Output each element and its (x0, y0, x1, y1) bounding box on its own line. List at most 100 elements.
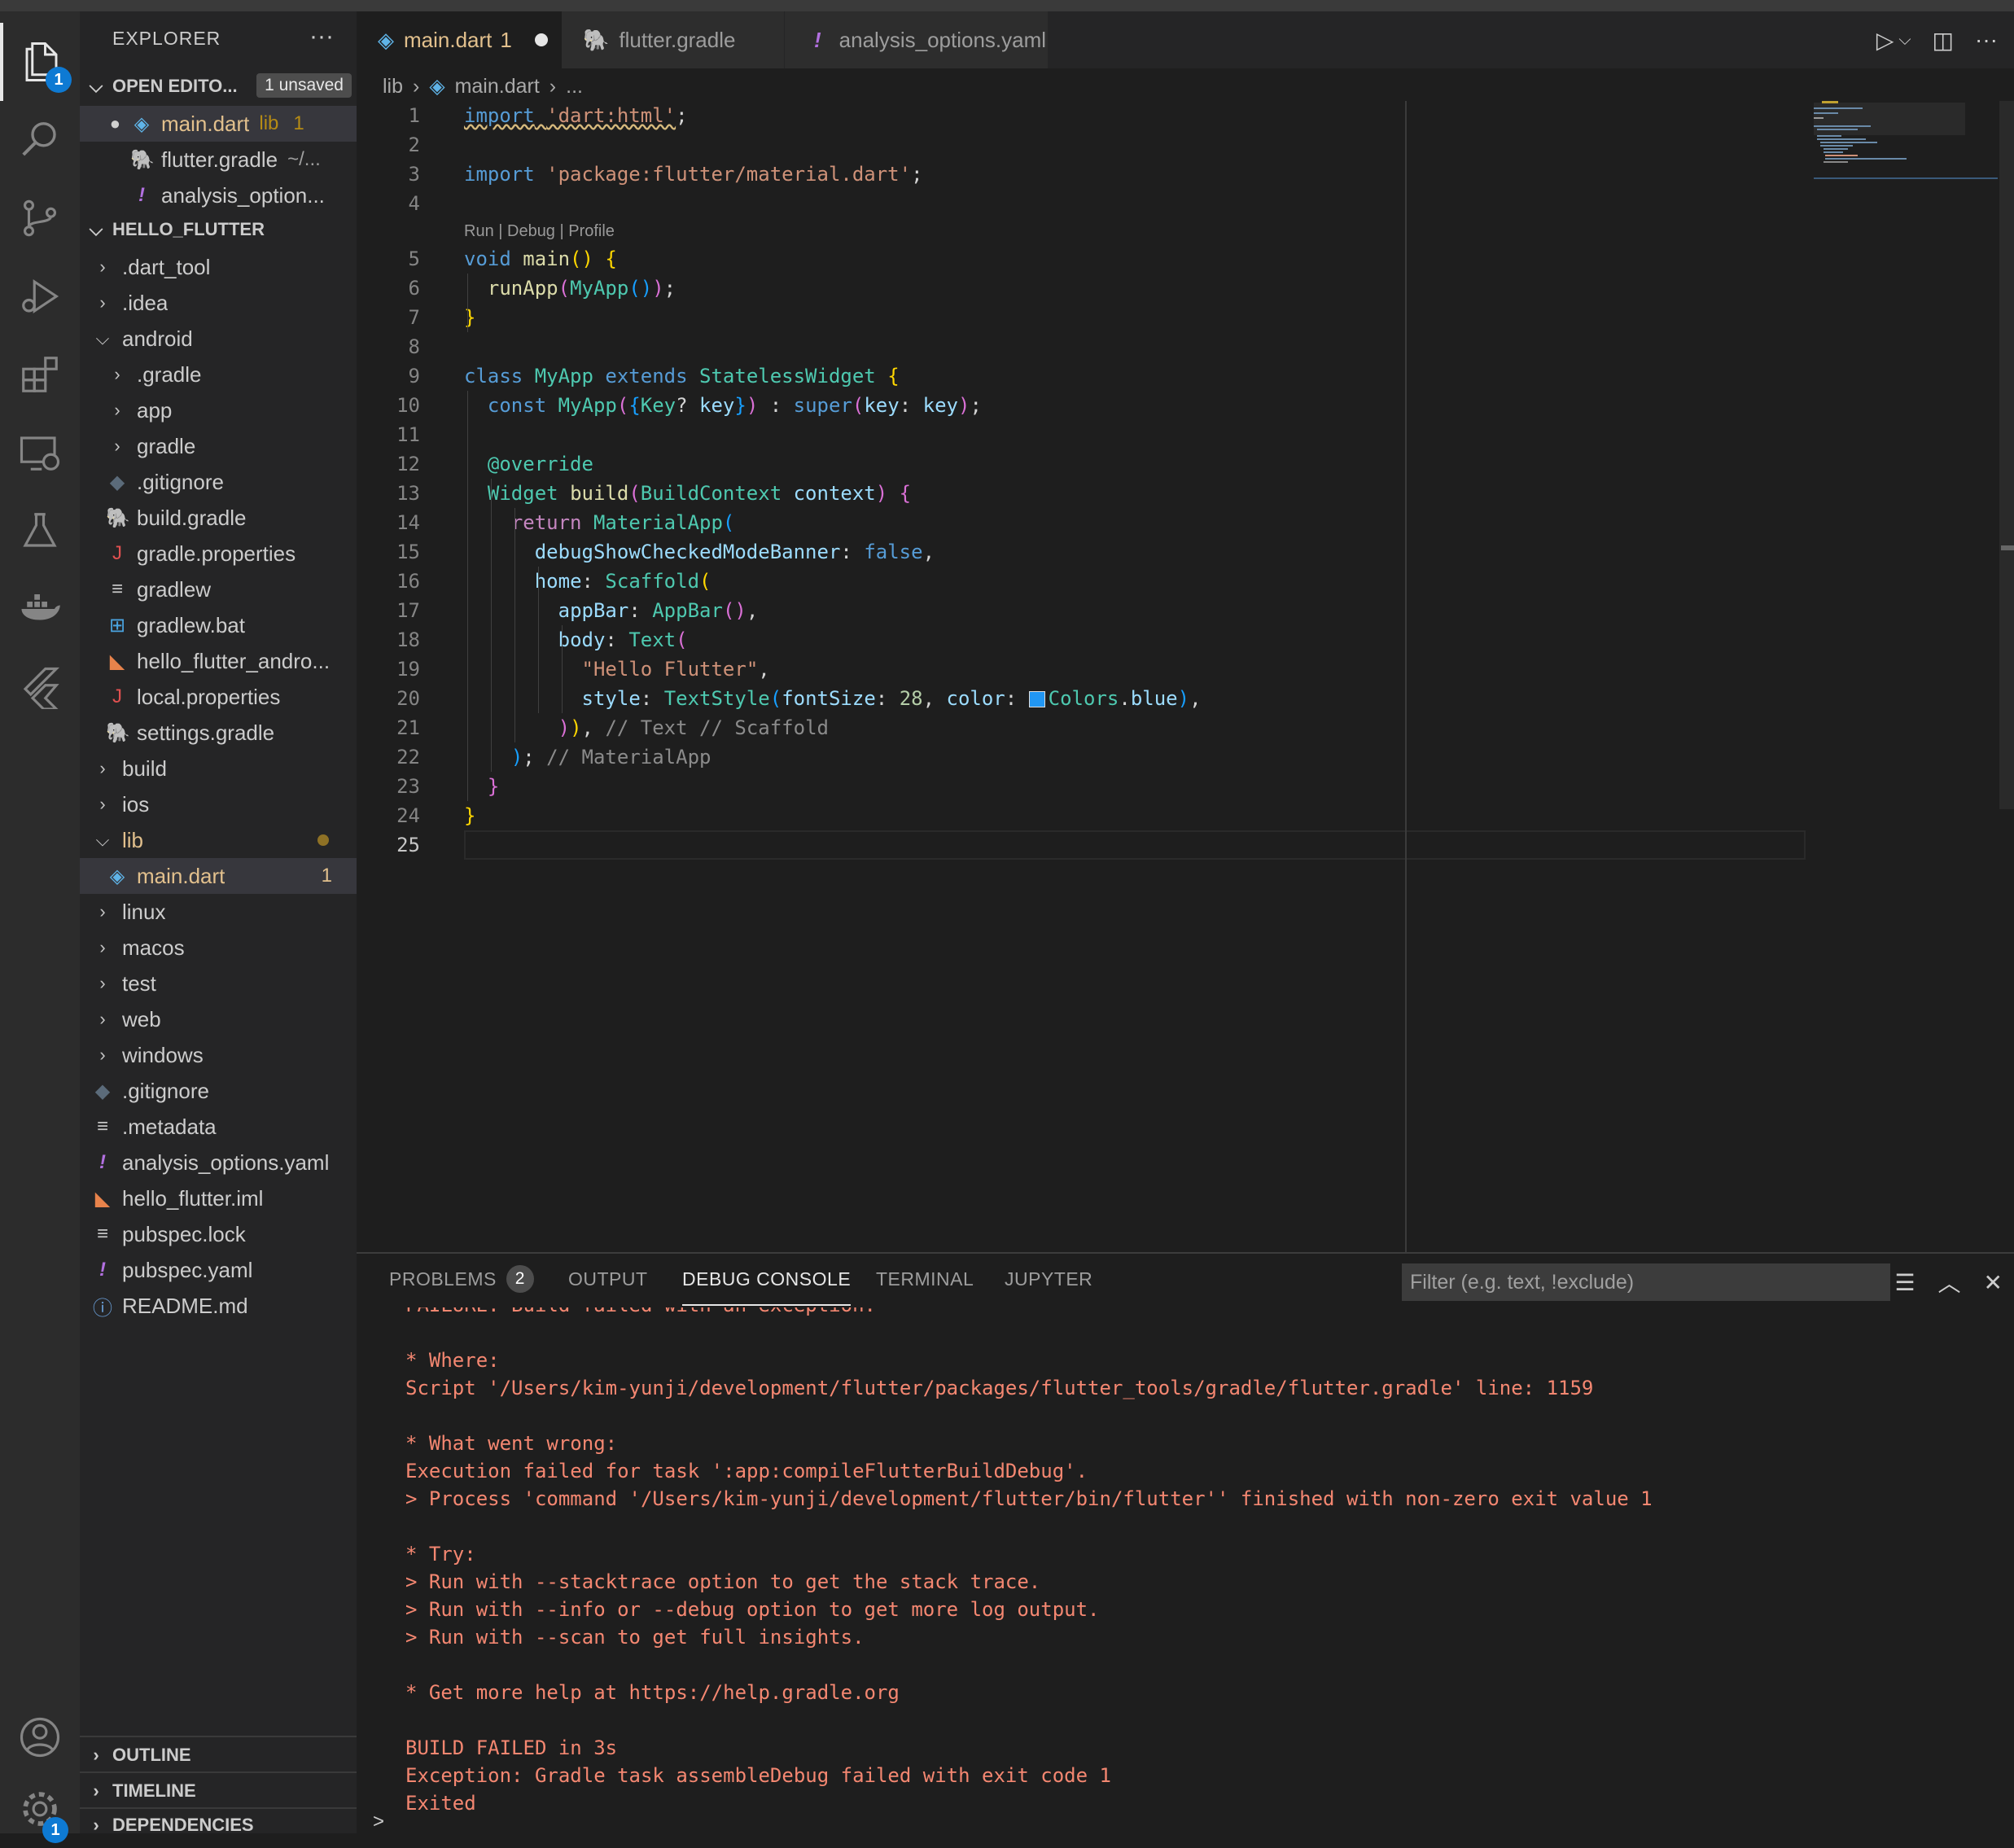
code-line[interactable]: return MaterialApp( (464, 508, 735, 537)
codelens-run-debug-profile[interactable]: Run | Debug | Profile (464, 217, 615, 246)
run-icon[interactable]: ▷ (1876, 27, 1894, 54)
extensions-activity[interactable] (0, 335, 80, 414)
open-editor-flutter-gradle[interactable]: 🐘 flutter.gradle ~/... (80, 142, 357, 177)
manage-activity[interactable]: 1 (0, 1770, 80, 1848)
code-line[interactable]: const MyApp({Key? key}) : super(key: key… (464, 391, 982, 420)
code-line[interactable]: @override (464, 449, 593, 479)
project-header[interactable]: ⌵ HELLO_FLUTTER (80, 213, 357, 246)
search-activity[interactable] (0, 101, 80, 179)
tree-folder[interactable]: › app (80, 392, 357, 428)
breadcrumb-file[interactable]: main.dart (455, 75, 540, 99)
tree-folder[interactable]: › web (80, 1001, 357, 1037)
more-actions-icon[interactable]: ··· (1975, 27, 1998, 53)
console-prompt[interactable]: > (373, 1811, 384, 1833)
code-line[interactable]: body: Text( (464, 625, 688, 655)
code-line[interactable]: )), // Text // Scaffold (464, 713, 829, 742)
code-line[interactable]: appBar: AppBar(), (464, 596, 759, 625)
tab-problems[interactable]: PROBLEMS 2 (389, 1254, 534, 1304)
code-line[interactable]: Widget build(BuildContext context) { (464, 479, 911, 508)
tree-file[interactable]: ⓘ README.md (80, 1288, 357, 1324)
open-editors-header[interactable]: ⌵ OPEN EDITO... 1 unsaved (80, 70, 357, 103)
tree-file[interactable]: 🐘 build.gradle (80, 500, 357, 536)
editor-scrollbar[interactable] (1999, 101, 2014, 809)
tab-main-dart[interactable]: ◈ main.dart 1 (357, 11, 562, 68)
code-line[interactable]: } (464, 303, 475, 332)
tree-file[interactable]: ◈ main.dart 1 (80, 858, 357, 894)
chevron-right-icon: › (114, 364, 120, 384)
tree-file[interactable]: 🐘 settings.gradle (80, 715, 357, 751)
tree-folder[interactable]: › test (80, 966, 357, 1001)
code-line[interactable]: runApp(MyApp()); (464, 274, 676, 303)
tree-file[interactable]: ⊞ gradlew.bat (80, 607, 357, 643)
tree-folder[interactable]: ⌵ android (80, 321, 357, 357)
tree-file[interactable]: ≡ .metadata (80, 1109, 357, 1145)
tree-folder[interactable]: › windows (80, 1037, 357, 1073)
tree-file[interactable]: ≡ gradlew (80, 571, 357, 607)
close-panel-icon[interactable]: ✕ (1984, 1269, 2003, 1296)
code-line[interactable]: home: Scaffold( (464, 567, 711, 596)
run-dropdown-chevron-icon[interactable]: ⌵ (1898, 31, 1911, 50)
code-line[interactable]: style: TextStyle(fontSize: 28, color: Co… (464, 684, 1202, 713)
docker-activity[interactable] (0, 570, 80, 648)
open-editor-analysis-options[interactable]: ! analysis_option... (80, 177, 357, 213)
tree-file[interactable]: ! pubspec.yaml (80, 1252, 357, 1288)
tab-jupyter[interactable]: JUPYTER (1005, 1254, 1092, 1304)
title-bar (0, 0, 2014, 11)
tree-folder[interactable]: › ios (80, 786, 357, 822)
unsaved-dot-icon[interactable] (534, 33, 548, 46)
tree-file[interactable]: ◆ .gitignore (80, 1073, 357, 1109)
testing-activity[interactable] (0, 492, 80, 570)
code-line[interactable]: void main() { (464, 244, 617, 274)
run-debug-activity[interactable] (0, 257, 80, 335)
code-line[interactable]: import 'package:flutter/material.dart'; (464, 160, 923, 189)
code-line[interactable]: import 'dart:html'; (464, 101, 688, 130)
split-editor-icon[interactable]: ◫ (1933, 27, 1954, 54)
dependencies-header[interactable]: › DEPENDENCIES (80, 1809, 357, 1833)
tree-folder[interactable]: › linux (80, 894, 357, 930)
code-line[interactable]: } (464, 772, 499, 801)
tree-folder[interactable]: › macos (80, 930, 357, 966)
open-editor-main-dart[interactable]: ● ◈ main.dart lib 1 (80, 106, 357, 142)
maximize-panel-icon[interactable]: ︿ (1938, 1266, 1961, 1298)
clear-console-icon[interactable]: ☰ (1894, 1269, 1915, 1296)
source-control-activity[interactable] (0, 179, 80, 257)
tree-folder[interactable]: › build (80, 751, 357, 786)
tree-file[interactable]: ◆ .gitignore (80, 464, 357, 500)
tree-folder[interactable]: › .dart_tool (80, 249, 357, 285)
code-line[interactable]: ); // MaterialApp (464, 742, 711, 772)
tab-debug-console[interactable]: DEBUG CONSOLE (682, 1254, 852, 1306)
debug-console-output[interactable]: FAILURE: Build failed with an exception.… (405, 1307, 2001, 1820)
breadcrumb-folder[interactable]: lib (383, 75, 403, 99)
outline-header[interactable]: › OUTLINE (80, 1739, 357, 1771)
accounts-activity[interactable] (0, 1698, 80, 1776)
code-line[interactable]: class MyApp extends StatelessWidget { (464, 361, 900, 391)
code-line[interactable]: debugShowCheckedModeBanner: false, (464, 537, 935, 567)
explorer-activity[interactable]: 1 (0, 23, 80, 101)
tree-file[interactable]: ≡ pubspec.lock (80, 1216, 357, 1252)
tree-file[interactable]: ! analysis_options.yaml (80, 1145, 357, 1180)
tree-folder[interactable]: ⌵ lib (80, 822, 357, 858)
code-line[interactable]: } (464, 801, 475, 830)
tree-folder[interactable]: › .gradle (80, 357, 357, 392)
tab-flutter-gradle[interactable]: 🐘 flutter.gradle (562, 11, 785, 68)
code-line[interactable]: "Hello Flutter", (464, 655, 770, 684)
flutter-activity[interactable] (0, 648, 80, 726)
tab-terminal[interactable]: TERMINAL (876, 1254, 974, 1304)
console-filter-input[interactable]: Filter (e.g. text, !exclude) (1402, 1263, 1890, 1301)
tree-folder[interactable]: › .idea (80, 285, 357, 321)
dart-file-icon: ◈ (134, 112, 150, 135)
tree-file[interactable]: ◣ hello_flutter_andro... (80, 643, 357, 679)
tab-analysis-options[interactable]: ! analysis_options.yaml (785, 11, 1049, 68)
tree-file[interactable]: Jgradle.properties (80, 536, 357, 571)
remote-explorer-activity[interactable] (0, 414, 80, 492)
tree-file[interactable]: Jlocal.properties (80, 679, 357, 715)
timeline-header[interactable]: › TIMELINE (80, 1775, 357, 1807)
tab-output[interactable]: OUTPUT (568, 1254, 648, 1304)
minimap[interactable] (1810, 101, 1998, 190)
tree-file[interactable]: ◣ hello_flutter.iml (80, 1180, 357, 1216)
breadcrumb-symbol[interactable]: ... (566, 75, 583, 99)
explorer-more-button[interactable]: ··· (309, 23, 334, 50)
scrollbar-thumb[interactable] (2001, 545, 2014, 550)
tree-folder[interactable]: › gradle (80, 428, 357, 464)
color-swatch-icon[interactable] (1028, 691, 1045, 707)
